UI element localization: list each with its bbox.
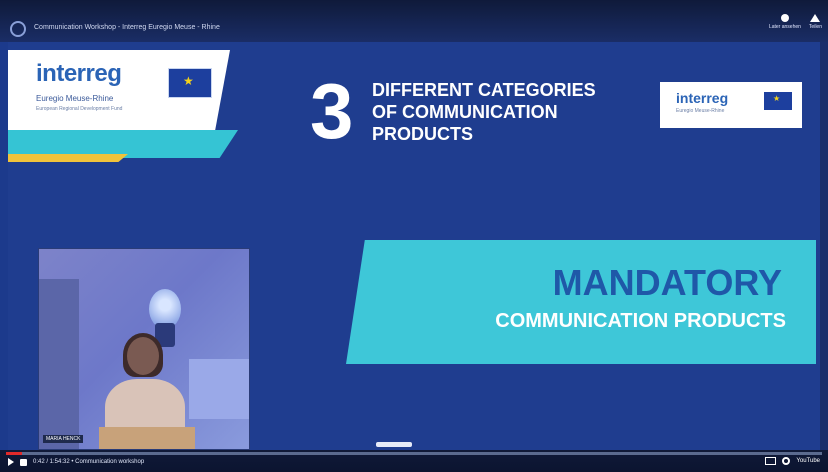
speaker-webcam: MARIA HENCK	[38, 248, 250, 450]
watch-later-button[interactable]: Later ansehen	[769, 14, 801, 30]
slide-heading-line-1: DIFFERENT CATEGORIES	[372, 80, 596, 100]
player-controls: 0:42 / 1:54:32 • Communication workshop …	[0, 450, 828, 472]
volume-icon[interactable]	[20, 458, 27, 466]
speaker-name-tag: MARIA HENCK	[43, 435, 84, 443]
webcam-cabinet	[189, 359, 249, 419]
channel-avatar-icon[interactable]	[10, 21, 26, 37]
webcam-wall	[39, 279, 79, 449]
controls-left: 0:42 / 1:54:32 • Communication workshop	[8, 458, 144, 466]
slide-logo-text: interreg	[676, 90, 729, 106]
watch-later-label: Later ansehen	[768, 24, 801, 30]
interreg-logo-text: interreg	[36, 60, 122, 87]
slide-number: 3	[310, 67, 354, 155]
clock-icon	[780, 14, 789, 22]
teal-accent-band	[8, 130, 238, 158]
time-readout: 0:42 / 1:54:32 • Communication workshop	[33, 459, 145, 465]
slide-heading-line-2: OF COMMUNICATION	[372, 102, 558, 122]
left-panel: interreg Euregio Meuse-Rhine European Re…	[8, 42, 274, 450]
slide-heading-line-3: PRODUCTS	[372, 124, 474, 144]
banner-subtitle: COMMUNICATION PRODUCTS	[495, 310, 786, 332]
share-button[interactable]: Teilen	[809, 14, 822, 30]
video-title-bar: Communication Workshop - Interreg Euregi…	[0, 0, 828, 42]
progress-fill	[6, 452, 23, 455]
video-title[interactable]: Communication Workshop - Interreg Euregi…	[34, 24, 220, 31]
youtube-logo[interactable]: YouTube	[796, 458, 820, 464]
slide-interreg-logo: interreg Euregio Meuse-Rhine	[660, 82, 802, 128]
share-icon	[810, 14, 821, 22]
share-label: Teilen	[808, 24, 822, 30]
top-right-actions: Later ansehen Teilen	[769, 14, 822, 30]
slide-logo-subtitle: Euregio Meuse-Rhine	[676, 108, 725, 114]
play-icon[interactable]	[8, 458, 14, 466]
logo-subtitle: Euregio Meuse-Rhine	[36, 94, 114, 103]
video-player[interactable]: Communication Workshop - Interreg Euregi…	[0, 0, 828, 472]
yellow-accent-band	[8, 154, 128, 162]
speaker-lectern	[99, 427, 195, 449]
slide-eu-flag-icon	[764, 92, 792, 110]
slide-pager-indicator	[376, 442, 412, 447]
mandatory-banner: MANDATORY COMMUNICATION PRODUCTS	[346, 240, 816, 364]
progress-bar[interactable]	[6, 452, 822, 455]
captions-icon[interactable]	[765, 457, 777, 465]
controls-right: YouTube	[765, 457, 820, 465]
settings-gear-icon[interactable]	[782, 457, 791, 465]
eu-flag-icon	[168, 68, 212, 98]
presentation-slide: 3 DIFFERENT CATEGORIES OF COMMUNICATION …	[274, 42, 820, 450]
banner-title: MANDATORY	[552, 262, 782, 303]
logo-fund-line: European Regional Development Fund	[36, 106, 123, 112]
speaker-face	[127, 337, 159, 375]
right-edge-panel	[820, 42, 828, 450]
